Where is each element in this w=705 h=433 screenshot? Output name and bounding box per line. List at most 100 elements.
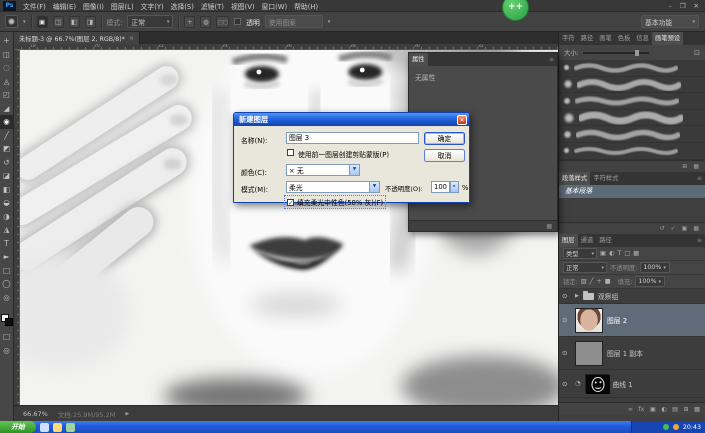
color-select[interactable]: × 无▼: [286, 164, 360, 176]
delete-icon[interactable]: ▦: [693, 225, 699, 232]
chevron-down-icon[interactable]: ▾: [23, 19, 26, 25]
panel-menu-icon[interactable]: ≡: [549, 56, 557, 63]
filter-type-select[interactable]: 类型▾: [563, 248, 597, 259]
visibility-eye-icon[interactable]: ⊙: [562, 380, 571, 388]
add-mask-icon[interactable]: ▣: [650, 406, 656, 413]
tab-layers[interactable]: 图层: [559, 234, 578, 247]
layer-row-selected[interactable]: ⊙ 图层 2: [559, 304, 705, 337]
mode-select[interactable]: 正常▾: [127, 15, 173, 28]
stamp-icon[interactable]: ⊡: [694, 49, 700, 57]
opacity-spinner[interactable]: ▸: [450, 181, 459, 193]
color-swatches[interactable]: [1, 314, 13, 326]
sample-mode-button-2[interactable]: ◫: [53, 16, 64, 28]
pen-tool[interactable]: ◮: [0, 223, 14, 237]
layer-row-group[interactable]: ⊙ ▶ 观察组: [559, 289, 705, 304]
brush-preset-item[interactable]: [559, 110, 705, 127]
taskbar-app-icon[interactable]: [53, 423, 62, 432]
layer-row-adjustment[interactable]: ⊙ ◔ 曲线 1: [559, 370, 705, 398]
eraser-tool[interactable]: ◪: [0, 169, 14, 183]
brush-preset-item[interactable]: [559, 60, 705, 77]
sample-mode-button-4[interactable]: ◨: [85, 16, 96, 28]
filter-adjustment-icon[interactable]: ◐: [609, 250, 615, 257]
new-layer-icon[interactable]: ⊞: [683, 406, 688, 413]
visibility-eye-icon[interactable]: ⊙: [562, 292, 571, 300]
background-color-swatch[interactable]: [5, 318, 13, 326]
layer-mask-thumbnail[interactable]: [585, 374, 609, 393]
menu-edit[interactable]: 编辑(E): [53, 1, 76, 11]
tab-swatches[interactable]: 色板: [615, 32, 634, 45]
screen-mode-button[interactable]: ◎: [0, 344, 14, 358]
lock-position-icon[interactable]: +: [596, 278, 601, 285]
layer-row[interactable]: ⊙ 图层 1 副本: [559, 337, 705, 370]
fill-field[interactable]: 100%▾: [635, 276, 665, 287]
status-arrow-icon[interactable]: ▶: [125, 411, 129, 417]
delete-icon[interactable]: ▦: [693, 163, 699, 170]
healing-brush-tool[interactable]: ◉: [0, 115, 14, 129]
pattern-tiles-button[interactable]: ◻◻: [216, 16, 229, 28]
link-layers-icon[interactable]: ∞: [628, 406, 633, 413]
start-button[interactable]: 开始: [0, 421, 36, 433]
tab-brush[interactable]: 画笔: [596, 32, 615, 45]
expand-arrow-icon[interactable]: ▶: [575, 293, 579, 299]
menu-help[interactable]: 帮助(H): [294, 1, 318, 11]
document-tab[interactable]: 未标题-3 @ 66.7%(图层 2, RGB/8)* ×: [14, 32, 140, 44]
transparent-checkbox[interactable]: [234, 18, 241, 25]
brush-preset-item[interactable]: [559, 143, 705, 160]
tray-icon[interactable]: [663, 424, 669, 430]
move-tool[interactable]: +: [0, 34, 14, 48]
taskbar-app-icon[interactable]: [66, 423, 75, 432]
lock-transparency-icon[interactable]: ▨: [581, 278, 587, 285]
blend-mode-select[interactable]: 正常▾: [563, 262, 607, 273]
lasso-tool[interactable]: ◌: [0, 61, 14, 75]
cancel-button[interactable]: 取消: [424, 149, 465, 162]
ok-button[interactable]: 确定: [424, 132, 465, 145]
quick-selection-tool[interactable]: ◬: [0, 75, 14, 89]
sample-mode-button-3[interactable]: ◧: [69, 16, 80, 28]
menu-file[interactable]: 文件(F): [23, 1, 46, 11]
menu-view[interactable]: 视图(V): [231, 1, 255, 11]
lock-pixels-icon[interactable]: ╱: [590, 278, 594, 285]
new-brush-icon[interactable]: ⊞: [682, 163, 687, 170]
new-style-icon[interactable]: ▣: [682, 225, 688, 232]
new-group-icon[interactable]: ▤: [672, 406, 678, 413]
layer-name-input[interactable]: 图层 3: [286, 132, 419, 144]
opacity-input[interactable]: 100: [431, 181, 450, 193]
layer-thumbnail[interactable]: [575, 308, 603, 333]
zoom-level[interactable]: 66.67%: [23, 410, 48, 418]
filter-shape-icon[interactable]: □: [624, 250, 630, 257]
lock-all-icon[interactable]: ■: [605, 278, 611, 285]
layer-effects-icon[interactable]: fx: [638, 406, 644, 413]
brush-preset-item[interactable]: [559, 93, 705, 110]
dodge-tool[interactable]: ◑: [0, 210, 14, 224]
filter-type-icon[interactable]: T: [617, 250, 621, 257]
type-tool[interactable]: T: [0, 237, 14, 251]
menu-image[interactable]: 图像(I): [83, 1, 104, 11]
history-brush-tool[interactable]: ↺: [0, 156, 14, 170]
quick-mask-button[interactable]: □: [0, 330, 14, 344]
brush-tool[interactable]: ╱: [0, 129, 14, 143]
visibility-eye-icon[interactable]: ⊙: [562, 316, 571, 324]
sample-mode-button-1[interactable]: ▣: [37, 16, 48, 28]
clone-stamp-tool[interactable]: ◩: [0, 142, 14, 156]
use-pattern-button[interactable]: 使用图案: [265, 15, 323, 28]
minimize-button[interactable]: –: [668, 2, 671, 10]
tab-character-styles[interactable]: 字符样式: [590, 172, 621, 185]
delete-layer-icon[interactable]: ▦: [694, 406, 700, 413]
panel-menu-icon[interactable]: ≡: [697, 237, 705, 244]
tab-character[interactable]: 字符: [559, 32, 578, 45]
brush-option-button[interactable]: ◍: [200, 16, 211, 28]
add-button[interactable]: +: [184, 16, 195, 28]
brush-preset-item[interactable]: [559, 77, 705, 94]
zoom-tool[interactable]: ◎: [0, 291, 14, 305]
brush-size-slider[interactable]: [583, 52, 649, 54]
style-item-basic-paragraph[interactable]: 基本段落: [559, 185, 705, 198]
gradient-tool[interactable]: ◧: [0, 183, 14, 197]
tray-icon[interactable]: [673, 424, 679, 430]
redefine-icon[interactable]: ✓: [671, 225, 676, 232]
tab-info[interactable]: 信息: [633, 32, 652, 45]
menu-filter[interactable]: 滤镜(T): [201, 1, 224, 11]
eyedropper-tool[interactable]: ◢: [0, 102, 14, 116]
menu-select[interactable]: 选择(S): [171, 1, 194, 11]
filter-smart-icon[interactable]: ▦: [633, 250, 639, 257]
dialog-close-button[interactable]: ✕: [457, 115, 467, 125]
